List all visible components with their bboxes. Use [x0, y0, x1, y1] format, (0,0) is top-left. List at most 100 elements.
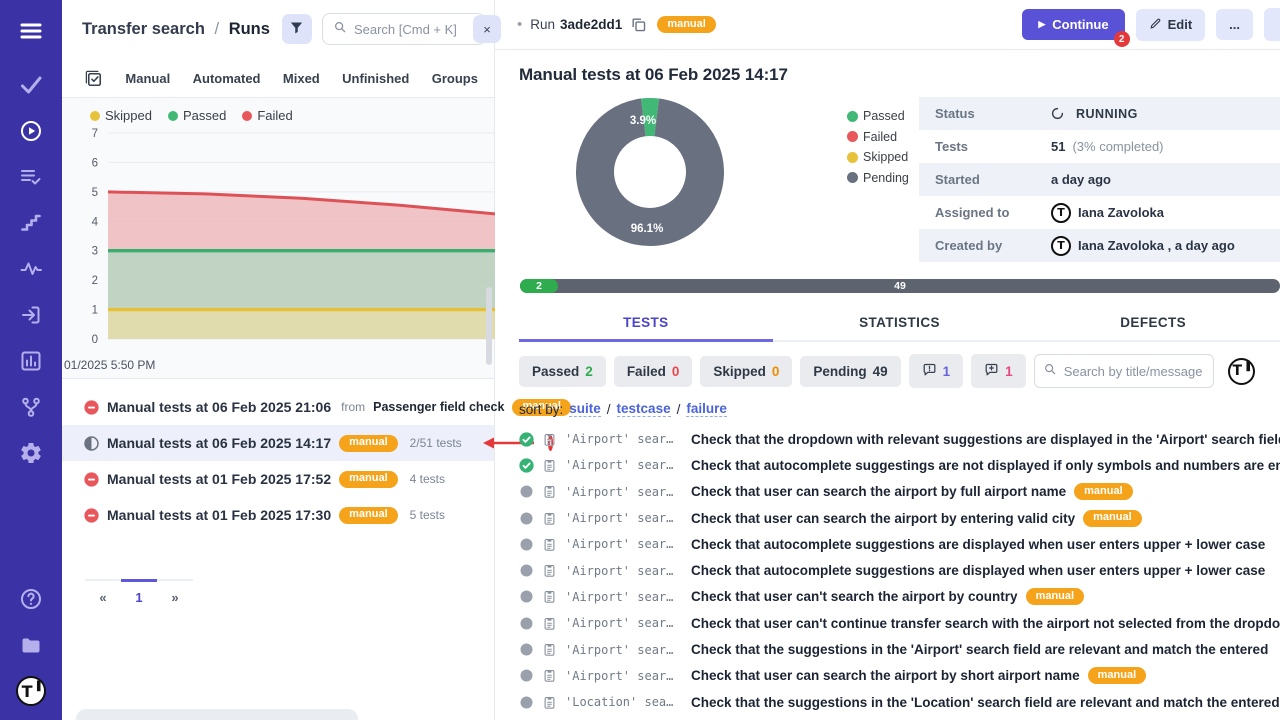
info-row-tests: Tests51(3% completed): [919, 130, 1280, 163]
tests-completed: (3% completed): [1072, 139, 1163, 154]
run-id: 3ade2dd1: [560, 17, 622, 32]
run-detail-panel: • Run 3ade2dd1 manual ▶ Continue 2 Edit: [495, 0, 1280, 720]
run-list-item[interactable]: Manual tests at 01 Feb 2025 17:30manual5…: [62, 497, 494, 533]
run-actions: ▶ Continue 2 Edit ...: [1022, 8, 1270, 41]
filter-pending[interactable]: Pending 49: [800, 356, 900, 387]
test-list-item[interactable]: 'Location' sea…Check that the suggestion…: [519, 689, 1280, 715]
filter-comment-alert-icon[interactable]: 1: [909, 354, 964, 388]
test-list-item[interactable]: 'Airport' sear…Check that the suggestion…: [519, 636, 1280, 662]
assignee-avatar[interactable]: T▐: [1228, 358, 1255, 385]
sidebar-menu-icon[interactable]: [16, 16, 46, 46]
spinner-icon: [1051, 107, 1064, 120]
clipboard-icon: [542, 563, 557, 578]
test-status-pending-icon: [519, 511, 534, 526]
sort-by-suite[interactable]: suite: [569, 401, 601, 417]
sidebar-folder-icon[interactable]: [16, 630, 46, 660]
user-avatar: T: [1051, 203, 1071, 223]
pagination-next[interactable]: »: [157, 581, 193, 611]
tab-unfinished[interactable]: Unfinished: [342, 71, 409, 86]
run-from-name[interactable]: Passenger field check: [373, 400, 504, 414]
test-list-item[interactable]: 'Airport' sear…Check that autocomplete s…: [519, 452, 1280, 478]
test-list-item[interactable]: 'Airport' sear…Check that user can't con…: [519, 610, 1280, 636]
run-item-title: Manual tests at 06 Feb 2025 21:06: [107, 399, 331, 415]
info-label: Created by: [919, 238, 1051, 253]
edit-button[interactable]: Edit: [1136, 9, 1206, 41]
breadcrumb-project[interactable]: Transfer search: [82, 20, 205, 38]
test-status-pending-icon: [519, 563, 534, 578]
tab-defects[interactable]: DEFECTS: [1026, 306, 1280, 340]
run-type-tabs: Manual Automated Mixed Unfinished Groups: [62, 55, 494, 98]
test-list-item[interactable]: 'Airport' sear…Check that user can searc…: [519, 505, 1280, 531]
test-suite-name: 'Airport' sear…: [565, 432, 683, 446]
tab-mixed[interactable]: Mixed: [283, 71, 320, 86]
filter-comment-plus-icon[interactable]: 1: [971, 354, 1026, 388]
sidebar-play-circle-icon[interactable]: [16, 116, 46, 146]
info-label: Status: [919, 106, 1051, 121]
test-title: Check that autocomplete suggestions are …: [691, 563, 1265, 578]
test-title: Check that the suggestions in the 'Locat…: [691, 695, 1280, 710]
continue-button[interactable]: ▶ Continue 2: [1022, 9, 1124, 40]
sidebar-branch-icon[interactable]: [16, 392, 46, 422]
sidebar-bar-chart-icon[interactable]: [16, 346, 46, 376]
test-list-item[interactable]: 'Airport' sear…Check that autocomplete s…: [519, 557, 1280, 583]
filter-passed[interactable]: Passed 2: [519, 356, 606, 387]
svg-text:7: 7: [92, 128, 98, 140]
clipboard-icon: [542, 432, 557, 447]
pagination-page-1[interactable]: 1: [121, 579, 157, 612]
tab-tests[interactable]: TESTS: [519, 306, 773, 340]
tab-manual[interactable]: Manual: [125, 71, 170, 86]
tab-statistics[interactable]: STATISTICS: [773, 306, 1027, 340]
test-title: Check that user can search the airport b…: [691, 483, 1133, 500]
sidebar-steps-icon[interactable]: [16, 208, 46, 238]
test-list-item[interactable]: 'Airport' sear…Check that the dropdown w…: [519, 426, 1280, 452]
sidebar-gear-icon[interactable]: [16, 438, 46, 468]
test-list-item[interactable]: 'Airport' sear…Check that user can searc…: [519, 479, 1280, 505]
runs-search-input[interactable]: [354, 22, 464, 37]
tab-automated[interactable]: Automated: [193, 71, 261, 86]
user-name[interactable]: Iana Zavoloka: [1078, 205, 1164, 220]
sort-separator: /: [677, 402, 681, 417]
test-suite-name: 'Airport' sear…: [565, 458, 683, 472]
user-name[interactable]: Iana Zavoloka , a day ago: [1078, 238, 1235, 253]
comment-plus-icon: [984, 362, 999, 380]
test-list-item[interactable]: 'Airport' sear…Check that user can searc…: [519, 663, 1280, 689]
sort-by-testcase[interactable]: testcase: [617, 401, 671, 417]
test-list-item[interactable]: 'Location' sea…Check that autocomplete s…: [519, 715, 1280, 720]
sort-by-failure[interactable]: failure: [686, 401, 727, 417]
sidebar-activity-icon[interactable]: [16, 254, 46, 284]
run-item-title: Manual tests at 01 Feb 2025 17:30: [107, 507, 331, 523]
filter-failed[interactable]: Failed 0: [614, 356, 693, 387]
test-list-item[interactable]: 'Airport' sear…Check that autocomplete s…: [519, 531, 1280, 557]
run-list-item[interactable]: Manual tests at 06 Feb 2025 21:06fromPas…: [62, 389, 494, 425]
run-status-failed-icon: [84, 400, 99, 415]
sidebar-sign-in-icon[interactable]: [16, 300, 46, 330]
logo-avatar[interactable]: T▐: [16, 676, 46, 706]
pagination-prev[interactable]: «: [85, 581, 121, 611]
copy-icon[interactable]: [630, 16, 647, 33]
info-row-created-by: Created byTIana Zavoloka , a day ago: [919, 229, 1280, 262]
test-list-item[interactable]: 'Airport' sear…Check that user can't sea…: [519, 584, 1280, 610]
test-title: Check that user can't continue transfer …: [691, 616, 1280, 631]
select-all-icon[interactable]: [84, 69, 103, 88]
trend-chart-x-label: 01/2025 5:50 PM: [62, 358, 494, 378]
left-panel-scrollbar[interactable]: [486, 287, 492, 365]
test-status-pending-icon: [519, 695, 534, 710]
tab-groups[interactable]: Groups: [432, 71, 478, 86]
run-list-item[interactable]: Manual tests at 06 Feb 2025 14:17manual2…: [62, 425, 494, 461]
clear-search-button[interactable]: ×: [473, 15, 501, 43]
info-row-status: StatusRUNNING: [919, 97, 1280, 130]
run-type-badge: manual: [657, 16, 716, 33]
run-from-label: from: [341, 400, 365, 414]
sidebar-list-check-icon[interactable]: [16, 162, 46, 192]
clipped-action-button[interactable]: [1264, 8, 1280, 41]
more-button[interactable]: ...: [1216, 9, 1253, 40]
filter-skipped[interactable]: Skipped 0: [700, 356, 792, 387]
sidebar-help-icon[interactable]: [16, 584, 46, 614]
run-list-item[interactable]: Manual tests at 01 Feb 2025 17:52manual4…: [62, 461, 494, 497]
filter-button[interactable]: [282, 14, 312, 44]
sidebar-check-icon[interactable]: [16, 70, 46, 100]
tests-search-input[interactable]: [1064, 364, 1204, 379]
test-status-pending-icon: [519, 616, 534, 631]
test-manual-badge: manual: [1026, 588, 1085, 605]
pagination: «1»: [85, 579, 193, 611]
